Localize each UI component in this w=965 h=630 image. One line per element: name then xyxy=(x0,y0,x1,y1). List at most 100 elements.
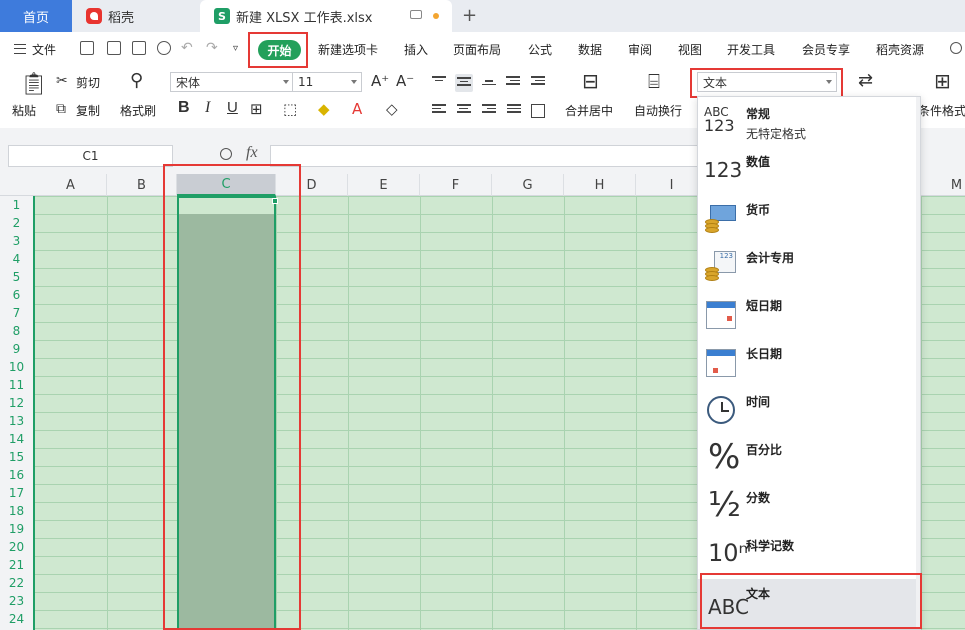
row-header-17[interactable]: 17 xyxy=(0,484,33,502)
scissors-icon[interactable]: ✂ xyxy=(56,74,68,88)
format-painter-icon[interactable]: ⚲ xyxy=(130,72,143,90)
format-number[interactable]: 123 数值 xyxy=(698,147,916,195)
format-accounting[interactable]: 123 会计专用 xyxy=(698,243,916,291)
tab-daoke[interactable]: 稻壳 xyxy=(72,0,200,32)
number-format-select[interactable]: 文本 xyxy=(697,72,837,92)
row-header-22[interactable]: 22 xyxy=(0,574,33,592)
row-header-19[interactable]: 19 xyxy=(0,520,33,538)
merge-center-icon[interactable]: ⊟ xyxy=(582,71,599,91)
menu-member[interactable]: 会员专享 xyxy=(802,32,850,66)
column-header-b[interactable]: B xyxy=(107,174,177,196)
format-general[interactable]: ABC 123 常规 无特定格式 xyxy=(698,99,916,147)
column-header-e[interactable]: E xyxy=(348,174,420,196)
row-header-14[interactable]: 14 xyxy=(0,430,33,448)
menu-data[interactable]: 数据 xyxy=(578,32,602,66)
eraser-icon[interactable]: ◇ xyxy=(386,102,398,117)
format-short-date[interactable]: 短日期 xyxy=(698,291,916,339)
border-icon[interactable]: ⊞ xyxy=(250,102,263,117)
menu-new-tab[interactable]: 新建选项卡 xyxy=(318,32,378,66)
row-header-8[interactable]: 8 xyxy=(0,322,33,340)
decrease-font-icon[interactable]: A⁻ xyxy=(396,74,414,89)
format-long-date[interactable]: 长日期 xyxy=(698,339,916,387)
menu-view[interactable]: 视图 xyxy=(678,32,702,66)
justify-icon[interactable] xyxy=(507,104,521,116)
fx-icon[interactable]: fx xyxy=(246,144,258,162)
undo-icon[interactable]: ↶ xyxy=(181,41,193,55)
selected-column-c[interactable] xyxy=(177,196,276,630)
row-header-5[interactable]: 5 xyxy=(0,268,33,286)
conditional-format-button[interactable]: 条件格式 xyxy=(918,102,965,119)
menu-developer[interactable]: 开发工具 xyxy=(727,32,775,66)
row-header-6[interactable]: 6 xyxy=(0,286,33,304)
increase-font-icon[interactable]: A⁺ xyxy=(371,74,389,89)
format-percent[interactable]: % 百分比 xyxy=(698,435,916,483)
format-painter-button[interactable]: 格式刷 xyxy=(120,102,156,119)
copy-button[interactable]: 复制 xyxy=(76,102,100,119)
convert-icon[interactable]: ⇄ xyxy=(858,72,873,90)
font-name-select[interactable]: 宋体 xyxy=(170,72,294,92)
quick-access-dropdown-icon[interactable]: ▿ xyxy=(233,42,238,56)
paste-button[interactable]: 粘贴 xyxy=(12,102,36,119)
new-tab-plus-icon[interactable]: + xyxy=(462,5,477,26)
align-left-icon[interactable] xyxy=(432,104,446,116)
preview-icon[interactable] xyxy=(157,41,171,55)
column-header-h[interactable]: H xyxy=(564,174,636,196)
bold-button[interactable]: B xyxy=(178,100,190,116)
merge-center-button[interactable]: 合并居中 xyxy=(565,102,613,119)
increase-indent-icon[interactable] xyxy=(531,76,545,88)
distributed-align-icon[interactable] xyxy=(531,104,545,118)
row-header-16[interactable]: 16 xyxy=(0,466,33,484)
row-header-20[interactable]: 20 xyxy=(0,538,33,556)
wrap-text-button[interactable]: 自动换行 xyxy=(634,102,682,119)
menu-daoke-resources[interactable]: 稻壳资源 xyxy=(876,32,924,66)
row-header-7[interactable]: 7 xyxy=(0,304,33,322)
column-header-f[interactable]: F xyxy=(420,174,492,196)
align-right-icon[interactable] xyxy=(482,104,496,116)
row-header-12[interactable]: 12 xyxy=(0,394,33,412)
fill-handle[interactable] xyxy=(272,198,278,204)
row-header-13[interactable]: 13 xyxy=(0,412,33,430)
menu-start[interactable]: 开始 xyxy=(258,40,301,60)
underline-button[interactable]: U xyxy=(227,100,238,115)
format-currency[interactable]: 货币 xyxy=(698,195,916,243)
fill-color-icon[interactable]: ◆ xyxy=(318,102,330,117)
format-text[interactable]: ABC 文本 xyxy=(698,579,916,629)
row-header-9[interactable]: 9 xyxy=(0,340,33,358)
row-header-4[interactable]: 4 xyxy=(0,250,33,268)
align-center-icon[interactable] xyxy=(457,104,471,116)
save-icon[interactable] xyxy=(80,41,94,55)
font-size-select[interactable]: 11 xyxy=(292,72,362,92)
column-header-g[interactable]: G xyxy=(492,174,564,196)
file-menu[interactable]: 文件 xyxy=(14,32,56,66)
cut-button[interactable]: 剪切 xyxy=(76,74,100,91)
wrap-text-icon[interactable]: ⌸ xyxy=(648,71,660,91)
dropdown-scrollbar[interactable] xyxy=(916,97,920,629)
font-color-icon[interactable]: A xyxy=(352,102,362,117)
row-header-15[interactable]: 15 xyxy=(0,448,33,466)
align-bottom-icon[interactable] xyxy=(482,80,496,92)
column-header-m[interactable]: M xyxy=(921,174,965,196)
row-header-18[interactable]: 18 xyxy=(0,502,33,520)
row-header-21[interactable]: 21 xyxy=(0,556,33,574)
format-fraction[interactable]: ½ 分数 xyxy=(698,483,916,531)
column-header-d[interactable]: D xyxy=(276,174,348,196)
format-scientific[interactable]: 10ⁿ 科学记数 xyxy=(698,531,916,579)
align-top-icon[interactable] xyxy=(432,76,446,88)
row-header-23[interactable]: 23 xyxy=(0,592,33,610)
column-header-a[interactable]: A xyxy=(35,174,107,196)
column-header-c[interactable]: C xyxy=(177,174,276,196)
row-header-3[interactable]: 3 xyxy=(0,232,33,250)
conditional-format-icon[interactable]: ⊞ xyxy=(934,71,951,91)
export-icon[interactable] xyxy=(107,41,121,55)
menu-insert[interactable]: 插入 xyxy=(404,32,428,66)
row-header-1[interactable]: 1 xyxy=(0,196,33,214)
menu-formula[interactable]: 公式 xyxy=(528,32,552,66)
monitor-icon[interactable] xyxy=(410,10,422,19)
row-header-2[interactable]: 2 xyxy=(0,214,33,232)
search-icon[interactable] xyxy=(950,42,962,54)
format-time[interactable]: 时间 xyxy=(698,387,916,435)
row-header-10[interactable]: 10 xyxy=(0,358,33,376)
paste-icon[interactable]: 📋︎ xyxy=(20,74,48,96)
align-middle-icon[interactable] xyxy=(455,74,473,92)
decrease-indent-icon[interactable] xyxy=(506,76,520,88)
